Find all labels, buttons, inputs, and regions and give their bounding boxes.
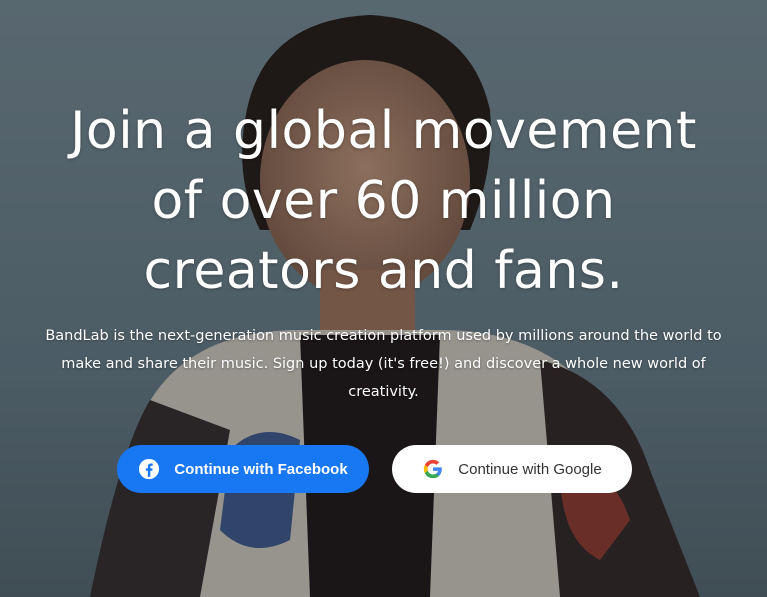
google-button-label: Continue with Google [458, 460, 602, 478]
facebook-icon [138, 458, 160, 480]
headline-line-2: of over 60 million [151, 171, 616, 231]
signup-hero: Join a global movement of over 60 millio… [0, 0, 767, 597]
hero-description: BandLab is the next-generation music cre… [45, 328, 722, 400]
continue-with-facebook-button[interactable]: Continue with Facebook [117, 445, 369, 493]
facebook-button-label: Continue with Facebook [174, 460, 348, 478]
headline-line-3: creators and fans. [143, 241, 624, 301]
google-icon [422, 458, 444, 480]
continue-with-google-button[interactable]: Continue with Google [392, 445, 632, 493]
headline-line-1: Join a global movement [70, 101, 697, 161]
hero-headline: Join a global movement of over 60 millio… [0, 96, 767, 306]
